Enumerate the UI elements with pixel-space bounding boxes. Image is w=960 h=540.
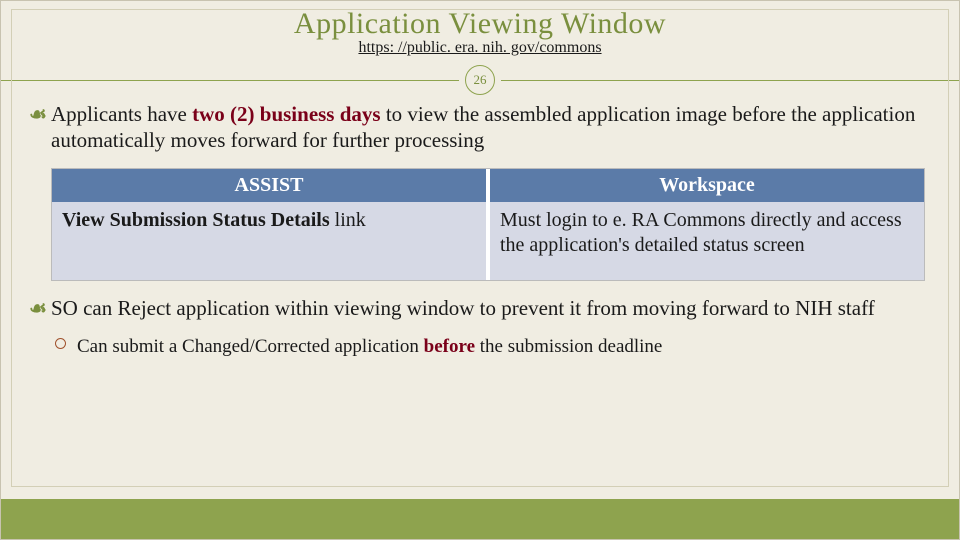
fleuron-icon: ☙ [29, 297, 47, 322]
fleuron-icon: ☙ [29, 103, 47, 128]
inner-frame [11, 9, 949, 487]
subbullet-lead: Can submit a Changed/Corrected applicati… [77, 336, 424, 357]
sub-bullet-item: Can submit a Changed/Corrected applicati… [55, 335, 931, 359]
bullet-item-2: ☙ SO can Reject application within viewi… [29, 295, 931, 321]
slide: Application Viewing Window https: //publ… [0, 0, 960, 540]
bullet-item-1: ☙ Applicants have two (2) business days … [29, 101, 931, 154]
bullet1-emphasis: two (2) business days [192, 102, 380, 126]
subbullet-emphasis: before [424, 336, 475, 357]
circle-bullet-icon [55, 338, 66, 349]
bullet1-lead: Applicants have [51, 102, 192, 126]
bullet2-text: SO can Reject application within viewing… [51, 296, 875, 320]
bottom-accent-bar [1, 499, 959, 539]
subbullet-tail: the submission deadline [475, 336, 662, 357]
